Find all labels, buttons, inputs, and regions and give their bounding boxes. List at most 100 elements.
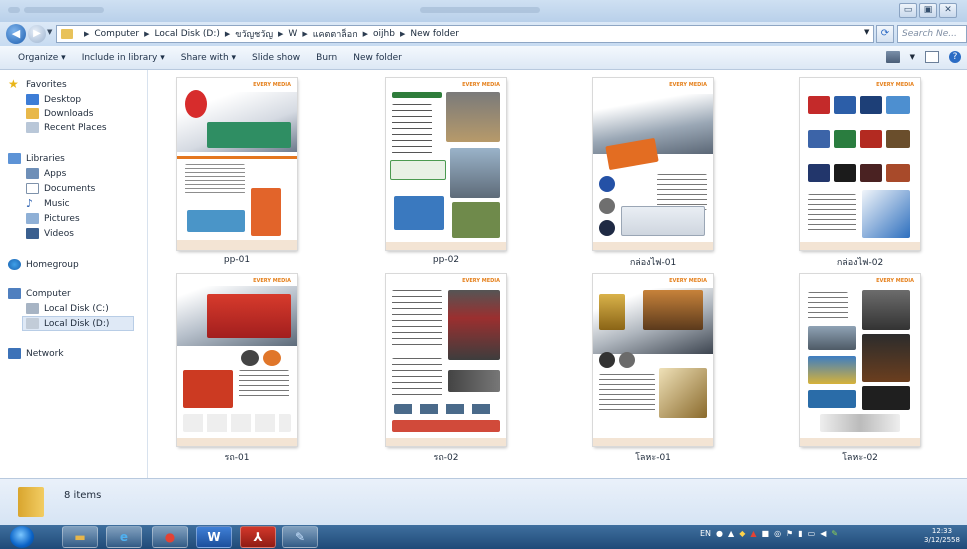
file-thumbnail[interactable]: EVERY MEDIA: [386, 274, 506, 446]
search-input[interactable]: Search Ne...: [897, 25, 967, 43]
nav-apps[interactable]: Apps: [26, 168, 66, 179]
file-name[interactable]: กล่องไฟ-01: [583, 255, 723, 269]
acrobat-taskbar-button[interactable]: ⅄: [240, 526, 276, 548]
include-in-library-button[interactable]: Include in library ▾: [82, 53, 165, 63]
address-bar[interactable]: ▶ Computer ▶ Local Disk (D:) ▶ ขวัญชวัญ ▶ W…: [56, 25, 874, 43]
breadcrumb-computer[interactable]: Computer ▶: [94, 29, 154, 39]
computer-icon: [8, 288, 21, 299]
paint-taskbar-button[interactable]: ✎: [282, 526, 318, 548]
help-tray-icon[interactable]: ●: [716, 529, 723, 538]
acrobat-icon: ⅄: [253, 530, 263, 544]
network-icon: [8, 348, 21, 359]
nav-local-disk-c[interactable]: Local Disk (C:): [26, 303, 109, 314]
star-icon: ★: [8, 77, 19, 91]
share-with-button[interactable]: Share with ▾: [181, 53, 236, 63]
new-folder-button[interactable]: New folder: [353, 53, 402, 63]
internet-explorer-taskbar-button[interactable]: e: [106, 526, 142, 548]
file-name[interactable]: รถ-01: [167, 450, 307, 464]
breadcrumb-new-folder[interactable]: New folder: [410, 29, 459, 39]
clock[interactable]: 12:33 3/12/2558: [918, 527, 966, 545]
navigation-row: ◀ ▶ ▼ ▶ Computer ▶ Local Disk (D:) ▶ ขวัญช…: [0, 22, 967, 46]
breadcrumb-folder-1[interactable]: ขวัญชวัญ ▶: [235, 27, 288, 41]
help-icon[interactable]: ?: [949, 51, 961, 63]
file-name[interactable]: กล่องไฟ-02: [790, 255, 930, 269]
file-name[interactable]: pp-02: [376, 255, 516, 265]
folder-icon: [61, 29, 73, 39]
close-button[interactable]: ✕: [939, 3, 957, 18]
nav-favorites[interactable]: ★ Favorites: [8, 77, 67, 91]
language-indicator[interactable]: EN: [700, 529, 711, 538]
minimize-button[interactable]: ▭: [899, 3, 917, 18]
shield-icon[interactable]: ◆: [739, 529, 745, 538]
file-thumbnail[interactable]: EVERY MEDIA: [593, 274, 713, 446]
nav-documents[interactable]: Documents: [26, 183, 95, 194]
view-dropdown-icon[interactable]: ▼: [910, 53, 915, 61]
explorer-taskbar-button[interactable]: ▬: [62, 526, 98, 548]
nav-pictures[interactable]: Pictures: [26, 213, 80, 224]
homegroup-icon: [8, 259, 21, 270]
preview-pane-icon[interactable]: [925, 51, 939, 63]
organize-button[interactable]: Organize ▾: [18, 53, 66, 63]
nav-network[interactable]: Network: [8, 348, 64, 359]
nav-homegroup[interactable]: Homegroup: [8, 259, 79, 270]
recent-pages-dropdown[interactable]: ▼: [47, 28, 52, 36]
view-options-icon[interactable]: [885, 51, 900, 63]
file-name[interactable]: pp-01: [167, 255, 307, 265]
breadcrumb-oijhb[interactable]: oijhb ▶: [373, 29, 410, 39]
apps-icon: [26, 168, 39, 179]
recent-places-icon: [26, 122, 39, 133]
volume-icon[interactable]: ◀: [820, 529, 826, 538]
file-name[interactable]: รถ-02: [376, 450, 516, 464]
nav-downloads[interactable]: Downloads: [26, 108, 93, 119]
back-button[interactable]: ◀: [6, 24, 26, 44]
details-pane: 8 items: [0, 478, 967, 525]
breadcrumb-local-disk-d[interactable]: Local Disk (D:) ▶: [155, 29, 236, 39]
navigation-pane: ★ Favorites Desktop Downloads Recent Plac…: [0, 70, 148, 478]
start-button[interactable]: [10, 526, 34, 548]
security-icon[interactable]: ▲: [750, 529, 756, 538]
nav-desktop[interactable]: Desktop: [26, 94, 81, 105]
file-thumbnail[interactable]: EVERY MEDIA: [800, 78, 920, 250]
paint-icon: ✎: [294, 530, 306, 544]
nav-music[interactable]: ♪ Music: [26, 198, 70, 209]
signal-icon[interactable]: ▮: [798, 529, 802, 538]
videos-icon: [26, 228, 39, 239]
pictures-icon: [26, 213, 39, 224]
slide-show-button[interactable]: Slide show: [252, 53, 300, 63]
forward-button[interactable]: ▶: [28, 25, 46, 43]
file-thumbnail[interactable]: EVERY MEDIA: [800, 274, 920, 446]
show-hidden-icons[interactable]: ▲: [728, 529, 734, 538]
maximize-button[interactable]: ▣: [919, 3, 937, 18]
nav-videos[interactable]: Videos: [26, 228, 74, 239]
refresh-button[interactable]: ⟳: [876, 25, 894, 43]
address-dropdown[interactable]: ▼: [864, 28, 869, 36]
internet-explorer-icon: e: [119, 530, 129, 544]
app-icon: [8, 7, 20, 13]
folder-icon: ▬: [74, 530, 86, 544]
window-title: [420, 7, 540, 13]
nav-local-disk-d[interactable]: Local Disk (D:): [22, 316, 134, 331]
chevron-right-icon[interactable]: ▶: [84, 30, 89, 38]
file-name[interactable]: โลหะ-01: [583, 450, 723, 464]
burn-button[interactable]: Burn: [316, 53, 337, 63]
nav-computer[interactable]: Computer: [8, 288, 71, 299]
drive-icon: [26, 318, 39, 329]
breadcrumb-w[interactable]: W ▶: [288, 29, 312, 39]
chrome-taskbar-button[interactable]: ●: [152, 526, 188, 548]
file-thumbnail[interactable]: EVERY MEDIA: [593, 78, 713, 250]
word-icon: W: [207, 530, 221, 544]
display-icon[interactable]: ▭: [808, 529, 816, 538]
pen-icon[interactable]: ✎: [831, 529, 838, 538]
flag-icon[interactable]: ⚑: [786, 529, 793, 538]
nav-recent-places[interactable]: Recent Places: [26, 122, 107, 133]
app-tray-icon[interactable]: ■: [762, 529, 770, 538]
file-name[interactable]: โลหะ-02: [790, 450, 930, 464]
file-thumbnail[interactable]: EVERY MEDIA: [386, 78, 506, 250]
nav-libraries[interactable]: Libraries: [8, 153, 65, 164]
breadcrumb-catalog[interactable]: แคตตาล็อก ▶: [313, 27, 373, 41]
network-tray-icon[interactable]: ◎: [774, 529, 781, 538]
word-taskbar-button[interactable]: W: [196, 526, 232, 548]
file-thumbnail[interactable]: EVERY MEDIA: [177, 274, 297, 446]
system-tray: EN ● ▲ ◆ ▲ ■ ◎ ⚑ ▮ ▭ ◀ ✎: [700, 529, 838, 538]
file-thumbnail[interactable]: EVERY MEDIA: [177, 78, 297, 250]
